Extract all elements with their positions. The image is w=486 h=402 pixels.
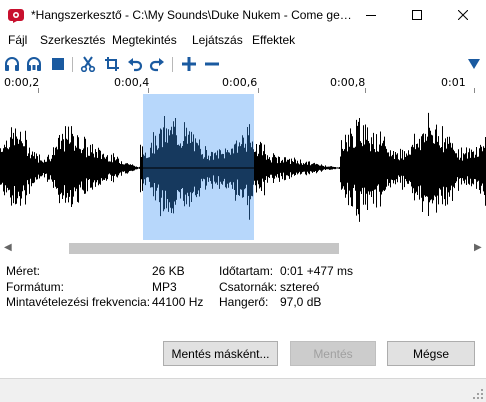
toolbar-separator (172, 57, 173, 72)
status-bar (0, 378, 486, 402)
zoom-in-icon (182, 57, 196, 71)
time-tick (258, 88, 259, 93)
close-button[interactable] (440, 0, 486, 30)
format-value: MP3 (152, 280, 177, 294)
horizontal-scrollbar[interactable]: ◀ ▶ (0, 240, 486, 256)
time-tick (365, 88, 366, 93)
menu-view[interactable]: Megtekintés (112, 33, 177, 47)
redo-icon (149, 58, 164, 72)
toolbar-separator (72, 57, 73, 72)
time-label: 0:01 (441, 76, 466, 89)
time-label: 0:00,2 (4, 76, 40, 89)
maximize-icon (412, 10, 422, 20)
menu-playback[interactable]: Lejátszás (192, 33, 243, 47)
menu-effects[interactable]: Effektek (252, 33, 295, 47)
crop-icon (105, 57, 119, 71)
time-label: 0:00,8 (330, 76, 366, 89)
channels-value: sztereó (280, 280, 320, 294)
time-ruler[interactable]: 0:00,2 0:00,4 0:00,6 0:00,8 0:01 (0, 74, 486, 94)
menu-file[interactable]: Fájl (8, 33, 27, 47)
crop-button[interactable] (103, 55, 121, 73)
zoom-out-button[interactable] (203, 55, 221, 73)
time-tick (148, 88, 149, 93)
volume-label: Hangerő: (219, 295, 269, 309)
size-label: Méret: (6, 264, 41, 278)
play-button[interactable] (3, 55, 21, 73)
volume-value: 97,0 dB (280, 295, 322, 309)
zoom-out-icon (205, 62, 219, 66)
scroll-left-icon[interactable]: ◀ (4, 243, 14, 253)
maximize-button[interactable] (394, 0, 440, 30)
duration-value: 0:01 +477 ms (280, 264, 354, 278)
stop-icon (52, 58, 64, 70)
channels-label: Csatornák: (219, 280, 278, 294)
save-as-button[interactable]: Mentés másként... (163, 341, 278, 366)
waveform-view[interactable] (0, 94, 486, 240)
cancel-button[interactable]: Mégse (387, 341, 475, 366)
menu-edit[interactable]: Szerkesztés (40, 33, 105, 47)
minimize-button[interactable] (348, 0, 394, 30)
undo-button[interactable] (126, 55, 144, 73)
size-value: 26 KB (152, 264, 185, 278)
format-label: Formátum: (6, 280, 65, 294)
waveform (0, 112, 486, 222)
window-title: *Hangszerkesztő - C:\My Sounds\Duke Nuke… (31, 8, 351, 22)
menu-bar: Fájl Szerkesztés Megtekintés Lejátszás E… (0, 30, 486, 50)
toolbar-menu-button[interactable] (465, 55, 483, 73)
sample-rate-label: Mintavételezési frekvencia: (6, 295, 151, 309)
time-label: 0:00,4 (114, 76, 150, 89)
stop-button[interactable] (49, 55, 67, 73)
redo-button[interactable] (148, 55, 166, 73)
headphones-play-icon (5, 57, 19, 71)
scrollbar-thumb[interactable] (69, 243, 339, 254)
time-tick (38, 88, 39, 93)
minimize-icon (366, 15, 376, 16)
play-selection-button[interactable] (25, 55, 43, 73)
save-button[interactable]: Mentés (290, 341, 376, 366)
toolbar (0, 52, 486, 76)
resize-grip-icon[interactable] (473, 389, 483, 399)
cut-button[interactable] (79, 55, 97, 73)
cut-icon (80, 56, 96, 72)
duration-label: Időtartam: (219, 264, 274, 278)
headphones-play-selection-icon (27, 57, 41, 71)
close-icon (458, 10, 468, 20)
dropdown-triangle-icon (468, 59, 480, 69)
title-bar: *Hangszerkesztő - C:\My Sounds\Duke Nuke… (0, 0, 486, 30)
zoom-in-button[interactable] (180, 55, 198, 73)
time-label: 0:00,6 (222, 76, 258, 89)
time-tick (474, 88, 475, 93)
sample-rate-value: 44100 Hz (152, 295, 204, 309)
undo-icon (128, 58, 143, 72)
scroll-right-icon[interactable]: ▶ (474, 243, 484, 253)
app-logo-icon (8, 9, 24, 23)
